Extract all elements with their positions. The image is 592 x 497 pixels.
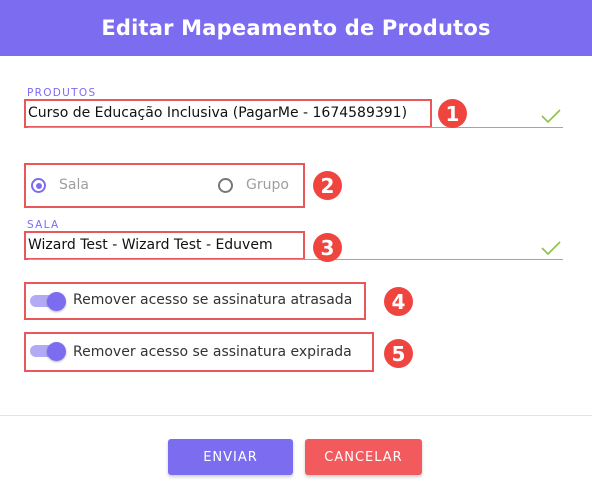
sala-select[interactable]: Wizard Test - Wizard Test - Eduvem (28, 237, 273, 253)
annotation-badge-1: 1 (438, 99, 467, 128)
produtos-valid-check-icon (541, 109, 561, 124)
produtos-underline (28, 127, 563, 128)
annotation-badge-2: 2 (313, 171, 342, 200)
radio-grupo-label[interactable]: Grupo (246, 177, 289, 193)
toggle-expirada-label[interactable]: Remover acesso se assinatura expirada (73, 344, 352, 360)
radio-sala-button[interactable] (31, 178, 46, 193)
sala-valid-check-icon (541, 241, 561, 256)
sala-underline (28, 259, 563, 260)
produtos-select[interactable]: Curso de Educação Inclusiva (PagarMe - 1… (28, 105, 407, 121)
toggle-expirada-thumb[interactable] (47, 342, 66, 361)
sala-label: SALA (27, 219, 60, 231)
annotation-badge-5: 5 (384, 339, 413, 368)
annotation-badge-4: 4 (384, 287, 413, 316)
radio-grupo-button[interactable] (218, 178, 233, 193)
dialog-header: Editar Mapeamento de Produtos (0, 0, 592, 56)
dialog-title: Editar Mapeamento de Produtos (101, 16, 491, 40)
toggle-atrasada-label[interactable]: Remover acesso se assinatura atrasada (73, 292, 352, 308)
cancel-button[interactable]: CANCELAR (305, 439, 422, 475)
edit-product-mapping-dialog: Editar Mapeamento de Produtos PRODUTOS C… (0, 0, 592, 497)
produtos-label: PRODUTOS (27, 87, 97, 99)
submit-button[interactable]: ENVIAR (168, 439, 293, 475)
annotation-badge-3: 3 (313, 233, 342, 262)
actions-divider (0, 415, 592, 416)
radio-sala-label[interactable]: Sala (59, 177, 89, 193)
toggle-atrasada-thumb[interactable] (47, 292, 66, 311)
